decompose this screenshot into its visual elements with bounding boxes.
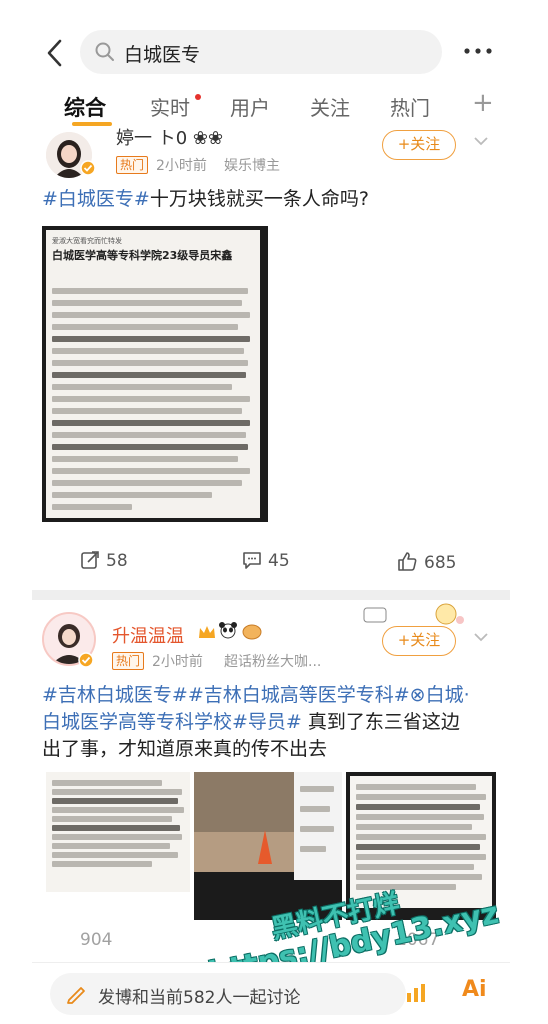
repost-icon [81,551,99,569]
author-name[interactable]: 升温温温 [112,622,184,648]
tab-comprehensive[interactable]: 综合 [64,92,106,122]
like-count: 685 [424,553,457,573]
chevron-down-icon[interactable] [472,630,490,644]
post-time: 2小时前 [156,158,207,174]
pencil-icon [67,987,85,1004]
document-screenshot: 爱淑大宽看究而忙特发 白城医学高等专科学院23级导员宋鑫 [46,230,260,518]
crown-icon [199,626,215,638]
panda-icon [219,622,237,639]
comment-button[interactable]: 45 [242,550,290,571]
post-image[interactable] [46,772,190,892]
add-tab-icon[interactable]: + [472,88,494,118]
post-body-continued: 出了事，才知道原来真的传不出去 [42,738,328,760]
search-input[interactable]: 白城医专 [80,30,442,74]
follow-button[interactable]: +关注 [382,626,456,656]
verified-badge-icon [78,652,94,668]
tab-bar: 综合 实时 用户 关注 热门 + [0,88,548,132]
tab-users[interactable]: 用户 [230,92,270,121]
bread-icon [242,624,262,640]
repost-count[interactable]: 904 [80,930,112,950]
card-divider [32,590,510,600]
post-time: 2小时前 [152,654,203,670]
traffic-cone-icon [258,830,272,864]
active-tab-indicator [72,122,112,126]
more-icon[interactable] [458,34,498,68]
post-text: #白城医专#十万块钱就买一条人命吗? [42,186,502,213]
post-card: 升温温温 热门 2小时前 超话粉丝大咖... +关注 #吉林白城医专##吉林白城… [32,600,510,950]
bottom-composer-bar: 发博和当前582人一起讨论 Ai [32,962,510,1024]
post-text: #吉林白城医专##吉林白城高等医学专科#⊗白城· 白城医学高等专科学校#导员# … [42,682,512,763]
post-actions: 58 45 685 [32,550,510,580]
post-card: 婷一 ト0 ❀❀ 热门 2小时前 娱乐博主 +关注 #白城医专#十万块钱就买一条… [32,128,510,590]
back-button[interactable] [40,36,70,70]
like-button[interactable]: 685 [396,550,456,573]
author-role: 娱乐博主 [224,158,280,174]
author-name[interactable]: 婷一 ト0 ❀❀ [116,124,223,150]
post-body: 十万块钱就买一条人命吗? [149,188,369,210]
search-icon [95,42,114,61]
compose-input[interactable]: 发博和当前582人一起讨论 [50,973,406,1015]
verified-badge-icon [80,160,96,176]
hot-badge: 热门 [112,652,145,670]
post-body: 真到了东三省这边 [307,711,460,733]
tab-hot[interactable]: 热门 [390,92,430,121]
comment-count: 45 [268,551,290,571]
repost-button[interactable]: 58 [80,550,128,571]
follow-button[interactable]: +关注 [382,130,456,160]
hashtag-line[interactable]: #吉林白城医专##吉林白城高等医学专科#⊗白城· [42,682,512,709]
back-arrow-icon [47,39,62,67]
search-bar-row: 白城医专 [0,28,548,76]
tab-realtime[interactable]: 实时 [150,92,190,121]
chevron-down-icon[interactable] [472,134,490,148]
repost-count: 58 [106,551,128,571]
hot-badge: 热门 [116,156,149,174]
thumbs-up-icon [398,552,417,571]
hashtag-line[interactable]: 白城医学高等专科学校#导员# [42,711,302,733]
tab-following[interactable]: 关注 [310,92,350,121]
ai-icon[interactable]: Ai [462,977,487,1002]
compose-placeholder: 发博和当前582人一起讨论 [98,988,301,1008]
new-content-dot [195,94,201,100]
search-query: 白城医专 [124,44,201,66]
comment-icon [243,552,261,569]
author-role: 超话粉丝大咖... [224,654,322,670]
post-image[interactable]: 爱淑大宽看究而忙特发 白城医学高等专科学院23级导员宋鑫 [42,226,268,522]
image-title: 白城医学高等专科学院23级导员宋鑫 [52,249,233,262]
image-subtitle: 爱淑大宽看究而忙特发 [52,237,122,245]
hashtag-link[interactable]: #白城医专# [42,188,150,210]
chart-icon[interactable] [404,979,430,1005]
